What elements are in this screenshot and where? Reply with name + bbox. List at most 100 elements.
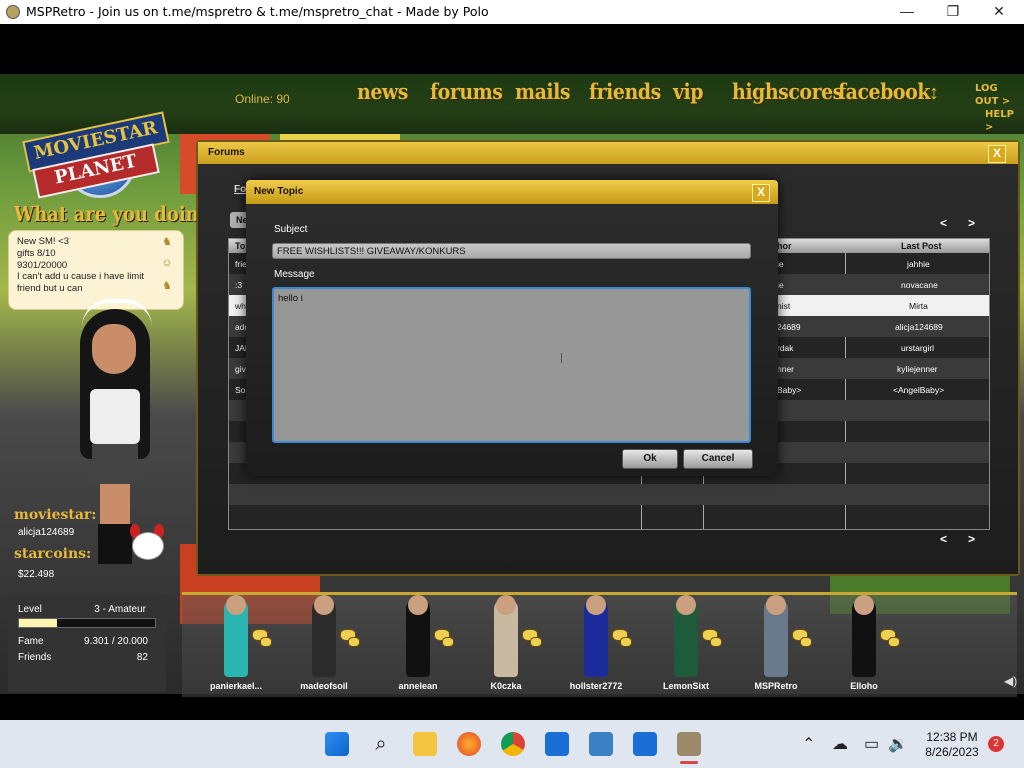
friend-avatar[interactable]: panierkael... — [196, 595, 276, 695]
pet-bunny-icon[interactable] — [128, 524, 166, 570]
level-progress-bar — [18, 618, 156, 628]
friends-row: Friends 82 — [18, 652, 158, 663]
row-author: Baby> — [777, 385, 802, 395]
app-icon — [6, 5, 20, 19]
chevron-up-icon[interactable]: ⌃ — [802, 734, 815, 754]
logout-link[interactable]: LOG OUT > — [975, 82, 1024, 108]
maximize-button[interactable]: ❐ — [930, 0, 976, 24]
friend-avatar[interactable]: hollster2772 — [556, 595, 636, 695]
friend-avatar[interactable]: LemonSixt — [646, 595, 726, 695]
subject-input[interactable]: FREE WISHLISTS!!! GIVEAWAY/KONKURS — [272, 243, 751, 259]
friend-name: MSPRetro — [754, 681, 798, 691]
subject-label: Subject — [274, 224, 308, 235]
message-textarea[interactable]: hello i — [272, 287, 751, 443]
status-line: 9301/20000 — [17, 259, 68, 271]
shield-app-icon[interactable] — [545, 732, 569, 756]
pager-prev-bottom[interactable]: < — [940, 532, 947, 546]
forums-close-button[interactable]: X — [988, 145, 1006, 163]
updown-arrow-icon[interactable]: ↕ — [929, 82, 939, 105]
message-text: hello i — [278, 293, 303, 304]
status-line: I can't add u cause i have limit — [17, 271, 144, 283]
friend-avatar[interactable]: madeofsoil — [284, 595, 364, 695]
col-author[interactable]: hor — [777, 241, 792, 251]
status-bubble[interactable]: New SM! <3 gifts 8/10 9301/20000 I can't… — [8, 230, 184, 310]
firefox-icon[interactable] — [457, 732, 481, 756]
friend-name: Elloho — [850, 681, 878, 691]
cancel-button[interactable]: Cancel — [683, 449, 753, 469]
table-row-empty — [229, 484, 989, 505]
pager-next-bottom[interactable]: > — [968, 532, 975, 546]
speaker-icon[interactable]: ◀) — [1004, 674, 1017, 688]
close-window-button[interactable]: ✕ — [976, 0, 1022, 24]
friend-avatar[interactable]: Elloho — [824, 595, 904, 695]
friend-head — [226, 595, 246, 615]
help-link[interactable]: HELP > — [975, 108, 1024, 134]
minimize-button[interactable]: — — [884, 0, 930, 24]
friends-strip: panierkael... madeofsoil annelean K0czka… — [182, 592, 1017, 697]
friend-head — [496, 595, 516, 615]
volume-icon[interactable]: 🔉 — [888, 734, 908, 754]
row-author: rdak — [777, 343, 794, 353]
giraffe-icon[interactable]: ♞ — [161, 235, 173, 249]
dialog-header: New Topic X — [246, 180, 778, 204]
friend-name: panierkael... — [209, 681, 263, 691]
pager-prev-top[interactable]: < — [940, 216, 947, 230]
fame-row: Fame 9.301 / 20.000 — [18, 636, 158, 647]
dialog-close-button[interactable]: X — [752, 184, 770, 202]
chrome-icon[interactable] — [501, 732, 525, 756]
smiley-icon[interactable]: ☺ — [161, 257, 173, 271]
window-title: MSPRetro - Join us on t.me/mspretro & t.… — [26, 4, 489, 19]
friend-head — [314, 595, 334, 615]
row-last-post: Mirta — [909, 301, 928, 311]
friend-name: LemonSixt — [662, 681, 709, 691]
cloud-offline-icon[interactable]: ☁ — [832, 734, 848, 754]
chat-bubble-icon-small — [348, 637, 360, 647]
shield-app-icon-2[interactable] — [633, 732, 657, 756]
fame-value: 9.301 / 20.000 — [84, 636, 148, 647]
notification-badge[interactable]: 2 — [988, 736, 1004, 752]
friend-head — [854, 595, 874, 615]
nav-forums[interactable]: forums — [430, 79, 503, 104]
game-viewport: Online: 90 news forums mails friends vip… — [0, 24, 1024, 700]
ok-button[interactable]: Ok — [622, 449, 678, 469]
dialog-title: New Topic — [254, 186, 304, 197]
nav-mails[interactable]: mails — [515, 79, 571, 104]
friend-avatar[interactable]: K0czka — [466, 595, 546, 695]
chat-bubble-icon-small — [530, 637, 542, 647]
row-last-post: kyliejenner — [897, 364, 938, 374]
moviestar-label: moviestar: — [14, 507, 97, 523]
avatar-top — [90, 389, 140, 444]
friend-head — [676, 595, 696, 615]
friends-value: 82 — [136, 652, 148, 663]
friend-avatar[interactable]: MSPRetro — [736, 595, 816, 695]
network-icon[interactable]: ▭ — [864, 734, 879, 754]
row-last-post: <AngelBaby> — [893, 385, 945, 395]
mspretro-icon[interactable] — [677, 732, 701, 756]
chat-bubble-icon-small — [710, 637, 722, 647]
nav-highscores[interactable]: highscores — [732, 79, 843, 104]
nav-news[interactable]: news — [357, 79, 408, 104]
nav-facebook[interactable]: facebook — [838, 79, 930, 104]
col-last-post[interactable]: Last Post — [901, 241, 942, 251]
friend-head — [586, 595, 606, 615]
network-monitor-icon[interactable] — [589, 732, 613, 756]
row-author: 24689 — [777, 322, 801, 332]
chat-bubble-icon-small — [888, 637, 900, 647]
giraffe-icon-2[interactable]: ♞ — [161, 279, 173, 293]
nav-vip[interactable]: vip — [673, 79, 704, 104]
nav-friends[interactable]: friends — [589, 79, 661, 104]
friend-avatar[interactable]: annelean — [378, 595, 458, 695]
pager-next-top[interactable]: > — [968, 216, 975, 230]
chat-bubble-icon-small — [260, 637, 272, 647]
status-line: friend but u can — [17, 283, 83, 295]
avatar-legs — [100, 484, 130, 524]
windows-start-icon[interactable] — [325, 732, 349, 756]
row-topic: :3 — [235, 280, 243, 290]
moviestarplanet-logo: MOVIESTAR PLANET — [14, 111, 170, 199]
fame-label: Fame — [18, 636, 44, 647]
system-clock[interactable]: 12:38 PM 8/26/2023 — [912, 730, 992, 760]
search-icon[interactable]: ⌕ — [369, 732, 393, 756]
friend-name: K0czka — [490, 681, 522, 691]
file-explorer-icon[interactable] — [413, 732, 437, 756]
window-titlebar: MSPRetro - Join us on t.me/mspretro & t.… — [0, 0, 1024, 24]
